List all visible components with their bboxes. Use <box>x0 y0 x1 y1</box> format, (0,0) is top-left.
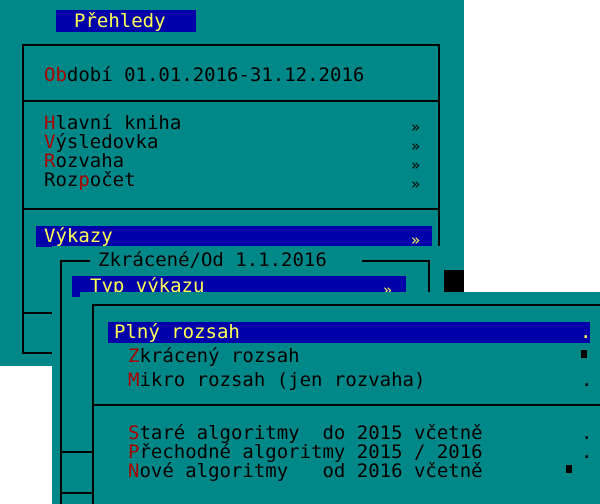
option-zkraceny-rozsah-checked-icon <box>581 350 587 358</box>
period-label[interactable]: Období 01.01.2016-31.12.2016 <box>44 66 364 85</box>
menu-item-rozpocet[interactable]: Rozpočet <box>44 171 136 190</box>
menu-item-rozvaha-arrow-icon: » <box>411 156 421 174</box>
option-nove-algoritmy[interactable]: Nové algoritmy od 2016 včetně <box>128 462 483 481</box>
menu-item-rozpocet-arrow-icon: » <box>411 175 421 193</box>
option-nove-algoritmy-checked-icon <box>566 465 572 473</box>
option-mikro-rozsah[interactable]: Mikro rozsah (jen rozvaha) <box>128 371 425 390</box>
option-mikro-rozsah-mark: . <box>581 369 593 391</box>
window-title: Přehledy <box>74 10 166 32</box>
submenu-title: Zkrácené/Od 1.1.2016 <box>98 249 327 271</box>
menu-item-hlavni-kniha-arrow-icon: » <box>411 118 421 136</box>
option-zkraceny-rozsah[interactable]: Zkrácený rozsah <box>128 347 300 366</box>
option-prechodne-algoritmy-mark: . <box>581 441 593 463</box>
menu-item-vykazy-label: Výkazy <box>44 225 113 247</box>
option-plny-rozsah-label: Plný rozsah <box>114 321 240 343</box>
option-plny-rozsah-mark: . <box>580 321 592 343</box>
menu-item-vysledovka-arrow-icon: » <box>411 137 421 155</box>
